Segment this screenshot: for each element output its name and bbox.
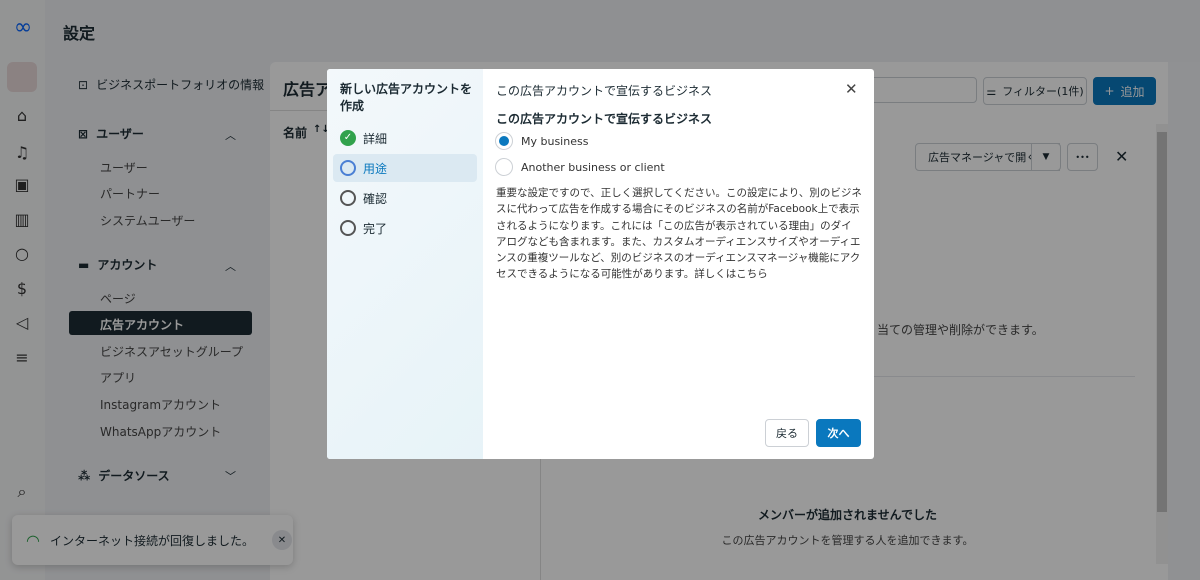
settings-nav: ⊡ ビジネスポートフォリオの情報 ⊠ ユーザー ︿ ユーザー パートナー システムユ… <box>0 0 270 580</box>
close-panel-icon[interactable]: ✕ <box>1115 147 1128 166</box>
nav-item-apps[interactable]: アプリ <box>100 369 136 386</box>
radio-selected-icon <box>495 132 513 150</box>
toast-message: インターネット接続が回復しました。 <box>49 533 254 548</box>
nav-accounts-head[interactable]: ▬ アカウント <box>78 256 157 273</box>
nav-item-partners[interactable]: パートナー <box>100 185 160 202</box>
empty-desc: この広告アカウントを管理する人を追加できます。 <box>721 534 974 547</box>
nav-data-sources-head[interactable]: ⁂ データソース <box>78 467 170 484</box>
radio-label: My business <box>521 134 589 148</box>
nav-item-whatsapp[interactable]: WhatsAppアカウント <box>100 423 221 440</box>
wifi-icon: ◠ <box>26 530 40 550</box>
section-title: この広告アカウントで宣伝するビジネス <box>496 112 713 126</box>
step-label: 確認 <box>363 191 388 206</box>
nav-label: ユーザー <box>96 127 144 141</box>
dialog-header: この広告アカウントで宣伝するビジネス <box>496 84 713 98</box>
more-button[interactable]: ••• <box>1067 143 1098 171</box>
nav-item-ad-accounts[interactable]: 広告アカウント <box>69 311 252 335</box>
user-icon: ⊠ <box>78 126 89 141</box>
step-label: 完了 <box>363 221 388 236</box>
radio-my-business[interactable]: My business <box>495 132 588 150</box>
column-name-header[interactable]: 名前 ↑↓ <box>283 124 330 141</box>
button-label: 広告マネージャで開く <box>928 151 1038 164</box>
chevron-up-icon[interactable]: ︿ <box>225 258 236 274</box>
circle-icon <box>340 160 356 176</box>
chevron-up-icon[interactable]: ︿ <box>225 127 236 143</box>
step-review[interactable]: 確認 <box>333 184 477 212</box>
column-label: 名前 <box>283 126 308 140</box>
nav-label: アカウント <box>97 258 158 272</box>
button-label: フィルター(1件) <box>1002 85 1084 98</box>
scrollbar-thumb[interactable] <box>1157 132 1167 512</box>
toast: ◠ インターネット接続が回復しました。 ✕ <box>12 515 293 565</box>
data-source-icon: ⁂ <box>78 468 91 483</box>
nav-label: 広告アカウント <box>100 318 185 332</box>
radio-empty-icon <box>495 158 513 176</box>
filter-button[interactable]: ⚌ フィルター(1件) <box>983 77 1087 105</box>
filter-icon: ⚌ <box>986 84 997 98</box>
check-circle-icon: ✓ <box>340 130 356 146</box>
dialog-left-title: 新しい広告アカウントを作成 <box>340 82 473 113</box>
toast-close-icon[interactable]: ✕ <box>271 530 292 550</box>
briefcase-icon: ⊡ <box>78 77 89 92</box>
plus-icon: + <box>1104 84 1115 98</box>
chevron-down-icon[interactable]: ﹀ <box>225 468 236 484</box>
nav-business-info[interactable]: ⊡ ビジネスポートフォリオの情報 <box>78 76 264 93</box>
nav-item-users[interactable]: ユーザー <box>100 159 148 176</box>
step-complete[interactable]: 完了 <box>333 214 477 242</box>
circle-icon <box>340 190 356 206</box>
back-button[interactable]: 戻る <box>765 419 809 447</box>
nav-users-head[interactable]: ⊠ ユーザー <box>78 125 144 142</box>
step-purpose[interactable]: 用途 <box>333 154 477 182</box>
archive-icon: ▬ <box>78 257 90 272</box>
step-label: 用途 <box>363 161 388 176</box>
nav-item-instagram[interactable]: Instagramアカウント <box>100 396 221 413</box>
empty-title: メンバーが追加されませんでした <box>757 508 938 522</box>
add-button[interactable]: + 追加 <box>1093 77 1156 105</box>
description-text: 重要な設定ですので、正しく選択してください。この設定により、別のビジネスに代わっ… <box>496 187 862 281</box>
section-title: 広告ア <box>283 80 332 99</box>
next-button[interactable]: 次へ <box>816 419 861 447</box>
permission-text: 当ての管理や削除ができます。 <box>877 323 1044 337</box>
close-icon[interactable]: ✕ <box>845 80 858 98</box>
nav-label: データソース <box>98 469 170 483</box>
scrollbar[interactable] <box>1156 124 1168 564</box>
nav-label: ビジネスポートフォリオの情報 <box>96 78 265 92</box>
create-ad-account-dialog: 新しい広告アカウントを作成 ✓ 詳細 用途 確認 完了 この広告アカウントで宣伝す… <box>327 69 874 459</box>
nav-item-pages[interactable]: ページ <box>100 290 136 307</box>
nav-item-asset-groups[interactable]: ビジネスアセットグループ <box>100 343 243 360</box>
step-details[interactable]: ✓ 詳細 <box>333 124 477 152</box>
stepper-pane: 新しい広告アカウントを作成 ✓ 詳細 用途 確認 完了 <box>327 69 483 459</box>
radio-another-business[interactable]: Another business or client <box>495 158 665 176</box>
circle-icon <box>340 220 356 236</box>
nav-item-system-users[interactable]: システムユーザー <box>100 212 195 229</box>
step-label: 詳細 <box>363 131 388 146</box>
dropdown-caret-icon[interactable]: ▼ <box>1031 143 1061 171</box>
radio-label: Another business or client <box>521 160 665 174</box>
button-label: 追加 <box>1120 84 1145 99</box>
